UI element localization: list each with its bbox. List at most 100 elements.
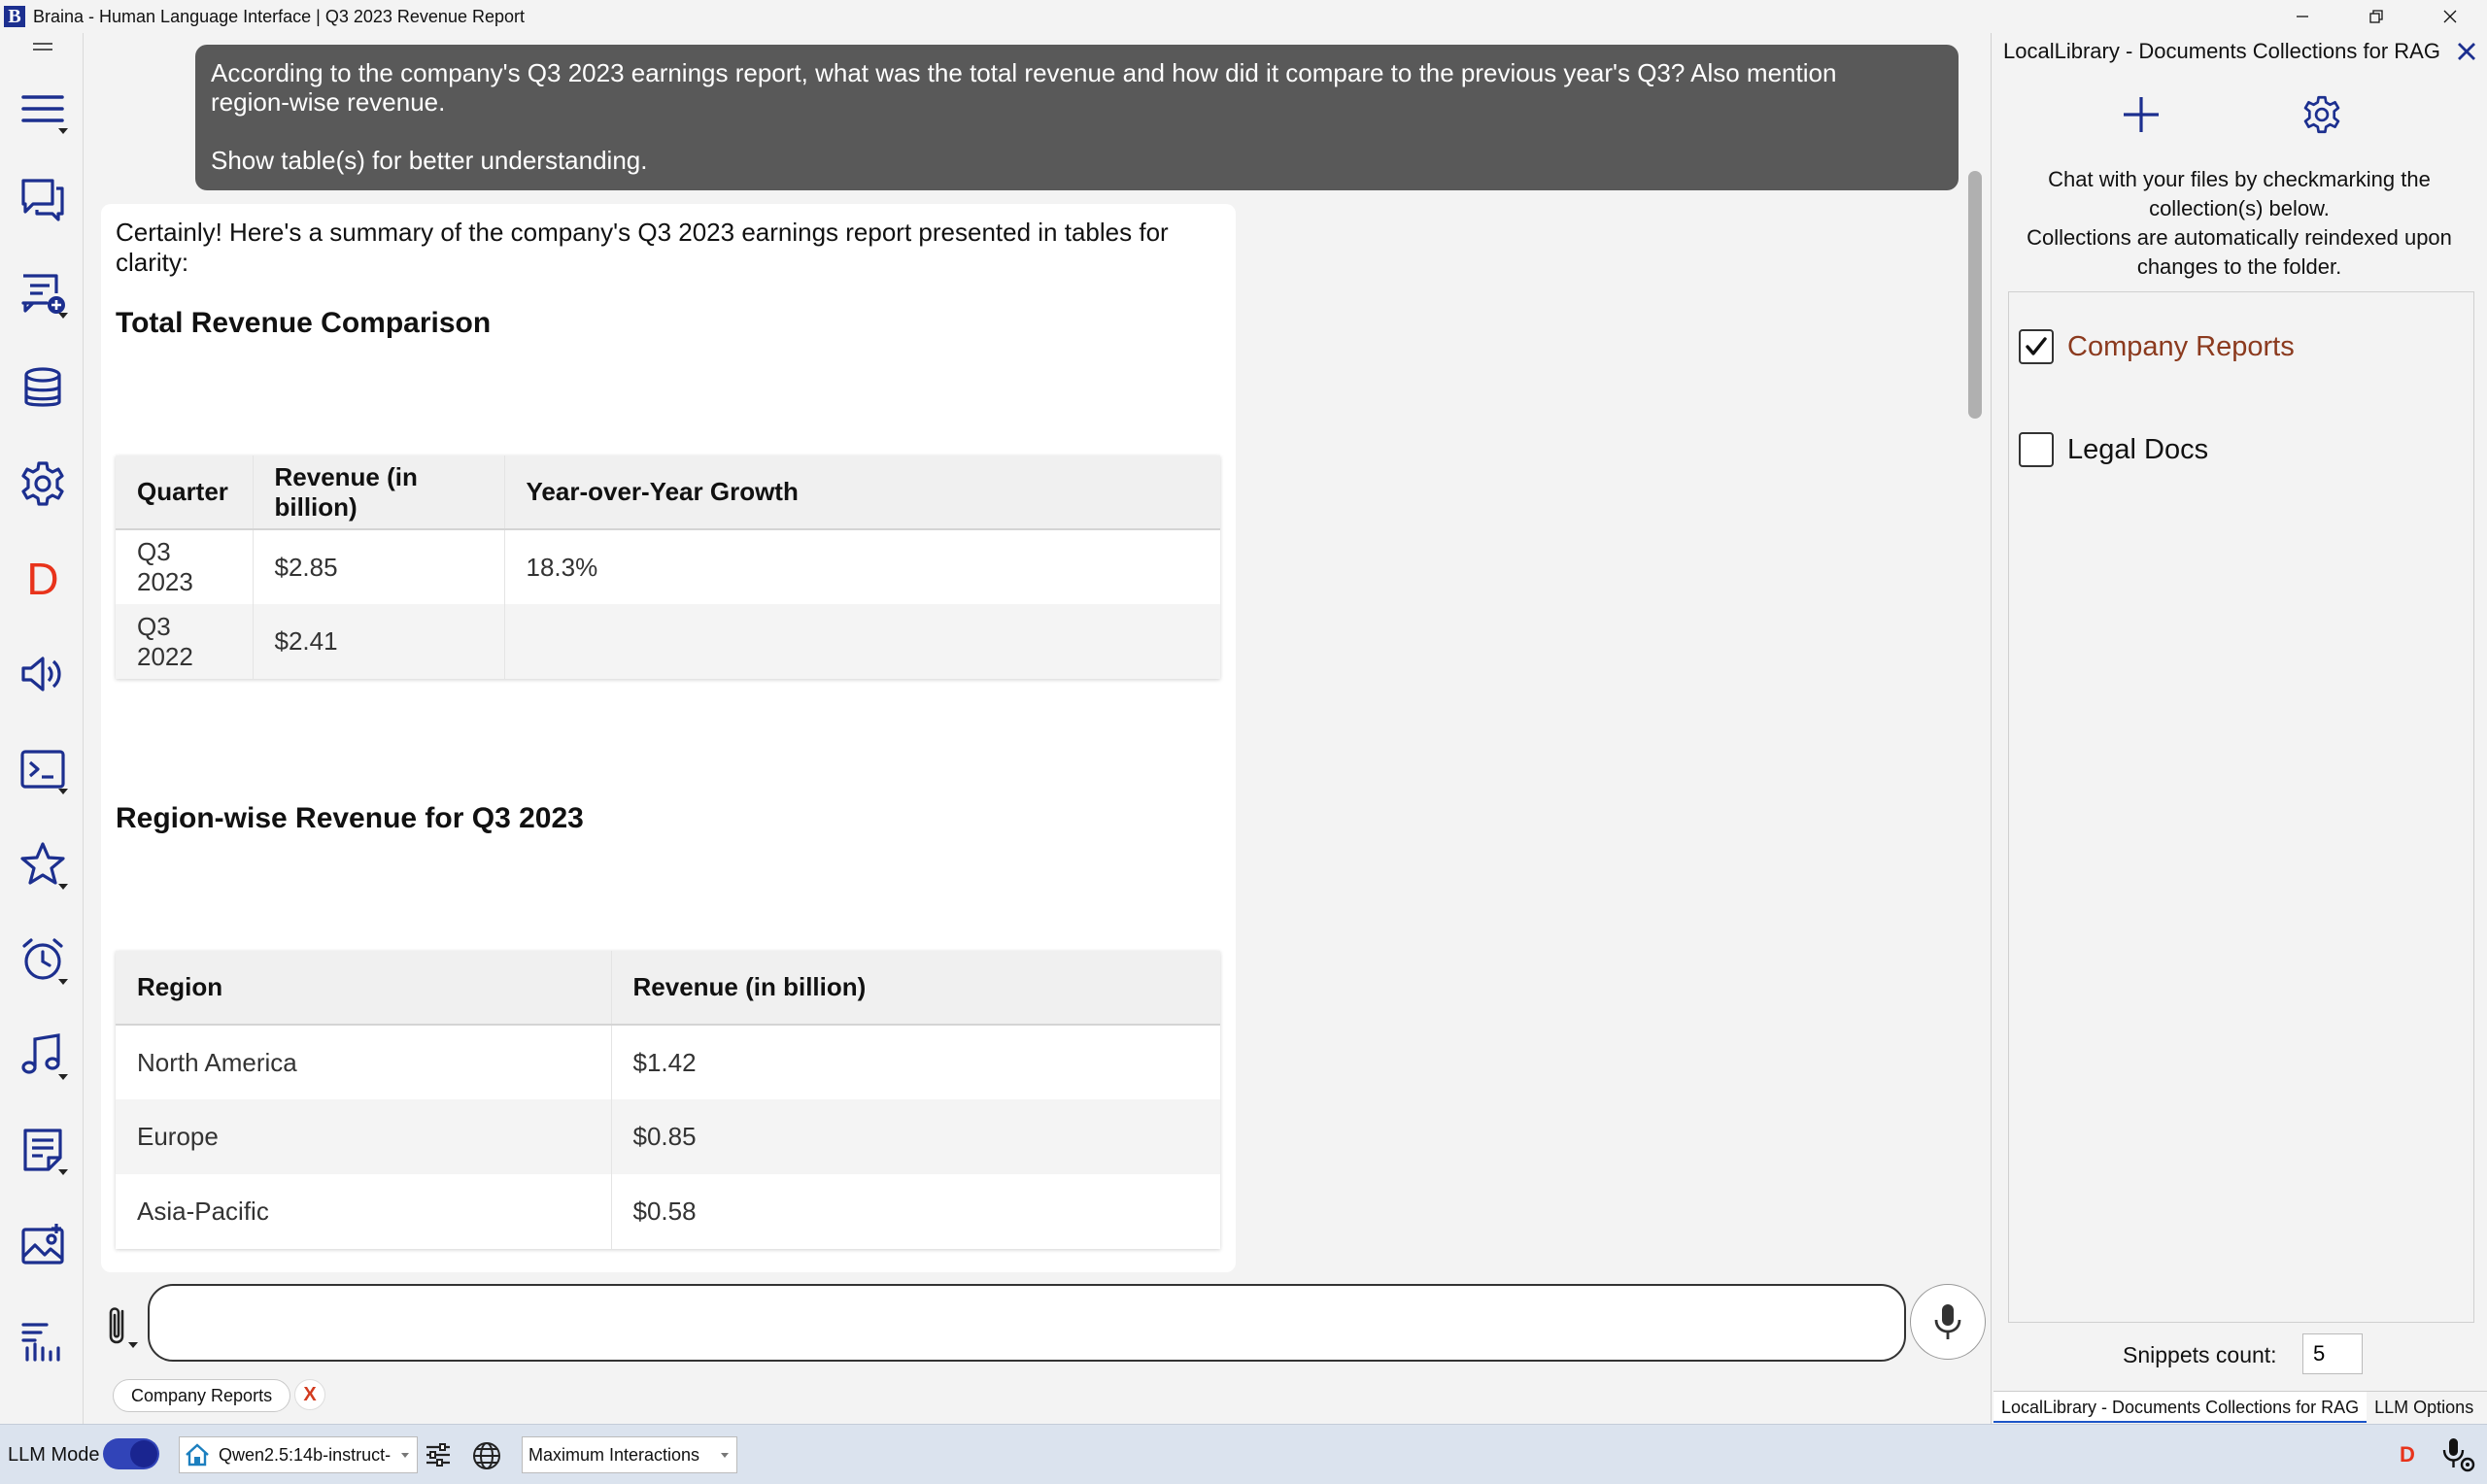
table-cell: $1.42 [610,1025,1220,1099]
sidebar-item-menu[interactable] [14,80,72,138]
chevron-down-icon [58,979,68,985]
sidebar-item-voice[interactable] [14,1311,72,1369]
reply-heading: Total Revenue Comparison [116,307,492,339]
voice-bars-icon [21,1323,60,1362]
sidebar-item-alarm[interactable] [14,930,72,989]
description-line: Collections are automatically reindexed … [2027,225,2452,279]
gear-icon [21,461,64,506]
sidebar-item-image[interactable] [14,1216,72,1274]
image-icon [21,1224,64,1265]
sidebar-item-music[interactable] [14,1026,72,1084]
sidebar-grip[interactable] [33,43,52,54]
model-select[interactable]: Qwen2.5:14b-instruct- [179,1436,418,1473]
llm-mode-toggle[interactable] [103,1438,159,1469]
table-row: Europe $0.85 [116,1099,1220,1174]
collection-label: Company Reports [2067,330,2295,362]
active-collection-chip: Company Reports [113,1379,291,1412]
gear-icon[interactable] [2300,93,2343,136]
table-header-row: Region Revenue (in billion) [116,951,1220,1026]
add-collection-icon[interactable] [2118,91,2164,138]
sidebar-item-favorites[interactable] [14,835,72,894]
sidebar-item-database[interactable] [14,359,72,418]
panel-description: Chat with your files by checkmarking the… [2003,165,2475,282]
table-cell: Europe [116,1099,611,1174]
home-icon [180,1437,215,1472]
terminal-icon [20,750,65,789]
close-window-button[interactable] [2413,0,2487,33]
database-icon [24,367,61,407]
restore-icon [2369,10,2383,23]
table-cell: 18.3% [503,529,1220,604]
chevron-down-icon [58,884,68,890]
sidebar-item-new-chat[interactable] [14,264,72,322]
remove-collection-button[interactable]: X [294,1379,325,1410]
table-cell: $0.58 [610,1174,1220,1249]
table-header: Region [116,951,611,1026]
d-letter-icon: D [26,554,58,604]
microphone-button[interactable] [1910,1284,1986,1360]
sidebar-item-terminal[interactable] [14,740,72,798]
region-revenue-table: Region Revenue (in billion) North Americ… [116,951,1220,1249]
window-title: Braina - Human Language Interface | Q3 2… [33,6,525,26]
collection-checkbox[interactable] [2019,329,2054,364]
sliders-icon[interactable] [424,1440,453,1469]
chat-bubbles-icon [21,179,64,221]
table-cell [503,604,1220,679]
close-icon [2443,10,2457,23]
interaction-mode-value: Maximum Interactions [528,1444,700,1465]
tab-llm-options[interactable]: LLM Options [2367,1392,2481,1423]
model-select-value: Qwen2.5:14b-instruct- [219,1444,392,1465]
globe-icon[interactable] [471,1440,502,1471]
user-message-text: According to the company's Q3 2023 earni… [211,58,1837,117]
collections-list: Company Reports Legal Docs [2008,291,2474,1323]
collection-label: Legal Docs [2067,433,2209,465]
notes-icon [23,1129,62,1171]
window-controls [2266,0,2487,33]
sidebar-item-speaker[interactable] [14,645,72,703]
status-bar: LLM Mode Qwen2.5:14b-instruct- Maximum I… [0,1424,2487,1484]
table-cell: $0.85 [610,1099,1220,1174]
interaction-mode-select[interactable]: Maximum Interactions [522,1436,737,1473]
table-cell: Q3 2023 [116,529,253,604]
chat-input[interactable] [148,1284,1906,1362]
collection-item[interactable]: Legal Docs [2019,430,2208,469]
local-library-panel: LocalLibrary - Documents Collections for… [1991,33,2487,1424]
hamburger-menu-icon [21,95,64,122]
sidebar-item-chat[interactable] [14,169,72,227]
title-bar: B Braina - Human Language Interface | Q3… [0,0,2487,33]
microphone-settings-icon[interactable] [2440,1436,2475,1473]
tab-local-library[interactable]: LocalLibrary - Documents Collections for… [1993,1392,2368,1423]
sidebar-item-dictation[interactable]: D [14,550,72,608]
dictation-badge[interactable]: D [2400,1442,2415,1467]
alarm-clock-icon [22,938,63,980]
chevron-down-icon [58,128,68,134]
close-panel-icon[interactable] [2454,39,2479,64]
llm-mode-label: LLM Mode [8,1444,100,1466]
user-message-text: Show table(s) for better understanding. [211,146,648,175]
table-cell: $2.85 [252,529,504,604]
reply-intro-text: Certainly! Here's a summary of the compa… [116,218,1169,277]
sidebar-item-settings[interactable] [14,455,72,513]
table-header: Revenue (in billion) [610,951,1220,1026]
microphone-icon [1934,1304,1961,1339]
table-header: Quarter [116,455,253,530]
snippets-count-input[interactable] [2302,1333,2363,1374]
chevron-down-icon [58,313,68,319]
toggle-knob [130,1440,157,1467]
chat-scrollbar[interactable] [1968,171,1982,419]
minimize-button[interactable] [2266,0,2339,33]
table-row: Asia-Pacific $0.58 [116,1174,1220,1249]
restore-button[interactable] [2339,0,2413,33]
panel-title: LocalLibrary - Documents Collections for… [2003,39,2440,63]
collection-item[interactable]: Company Reports [2019,327,2295,366]
chevron-down-icon[interactable] [128,1342,138,1348]
collection-checkbox[interactable] [2019,432,2054,467]
music-note-icon [21,1033,60,1074]
sidebar-item-notes[interactable] [14,1121,72,1179]
table-cell: Q3 2022 [116,604,253,679]
minimize-icon [2297,16,2308,17]
user-message-bubble: According to the company's Q3 2023 earni… [195,45,1959,190]
chat-area: According to the company's Q3 2023 earni… [85,33,1989,1276]
star-icon [20,842,65,885]
left-sidebar: D [0,33,84,1424]
